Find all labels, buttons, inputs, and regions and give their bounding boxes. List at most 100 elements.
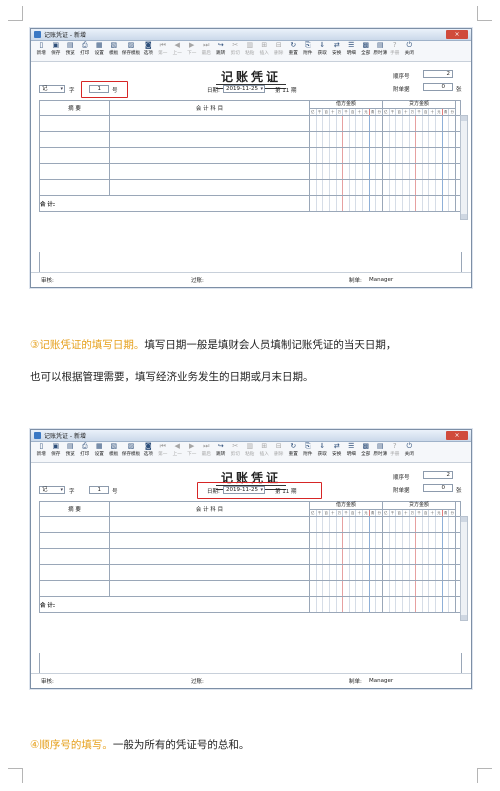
table-scrollbar[interactable] (460, 115, 468, 220)
toolbar-button[interactable]: ✂ 剪切 (228, 41, 243, 57)
window-close-button[interactable]: × (446, 30, 468, 39)
summary-cell[interactable] (39, 564, 110, 581)
table-row[interactable] (39, 564, 461, 581)
summary-cell[interactable] (39, 115, 110, 132)
toolbar-button[interactable]: ☰ 明细 (344, 41, 359, 57)
toolbar-button[interactable]: ▤ 预览 (63, 41, 78, 57)
summary-cell[interactable] (39, 131, 110, 148)
toolbar-button[interactable]: ◙ 选项 (141, 442, 156, 458)
toolbar-button[interactable]: ? 手册 (388, 41, 403, 57)
toolbar-button[interactable]: ▧ 模板 (107, 442, 122, 458)
toolbar-button[interactable]: ▯ 新增 (34, 41, 49, 57)
toolbar-button[interactable]: ⇄ 安换 (330, 41, 345, 57)
table-row[interactable] (39, 532, 461, 549)
debit-cell[interactable] (309, 516, 383, 533)
summary-cell[interactable] (39, 580, 110, 597)
toolbar-button[interactable]: ⇓ 获取 (315, 41, 330, 57)
toolbar-button[interactable]: ◀ 上一 (170, 41, 185, 57)
date-picker[interactable]: 2019-11-25 ▾ (223, 85, 265, 93)
table-row[interactable] (39, 115, 461, 132)
toolbar-button[interactable]: ▥ 粘贴 (243, 442, 258, 458)
credit-cell[interactable] (382, 564, 456, 581)
toolbar-button[interactable]: ▶ 下一 (185, 41, 200, 57)
toolbar-button[interactable]: ⇓ 获取 (315, 442, 330, 458)
credit-cell[interactable] (382, 548, 456, 565)
toolbar-button[interactable]: ⊞ 插入 (257, 41, 272, 57)
account-cell[interactable] (109, 516, 310, 533)
debit-cell[interactable] (309, 163, 383, 180)
toolbar-button[interactable]: ◙ 选项 (141, 41, 156, 57)
toolbar-button[interactable]: ▥ 粘贴 (243, 41, 258, 57)
toolbar-button[interactable]: ▣ 保存 (49, 442, 64, 458)
toolbar-button[interactable]: ▦ 设置 (92, 442, 107, 458)
toolbar-button[interactable]: ⎘ 附件 (301, 442, 316, 458)
toolbar-button[interactable]: ⏮ 第一 (156, 41, 171, 57)
toolbar-button[interactable]: ⏻ 关闭 (402, 442, 417, 458)
summary-cell[interactable] (39, 548, 110, 565)
debit-cell[interactable] (309, 179, 383, 196)
toolbar-button[interactable]: ⊞ 插入 (257, 442, 272, 458)
toolbar-button[interactable]: ⏭ 最后 (199, 442, 214, 458)
debit-cell[interactable] (309, 131, 383, 148)
account-cell[interactable] (109, 179, 310, 196)
credit-cell[interactable] (382, 179, 456, 196)
calendar-dropdown-icon[interactable]: ▾ (260, 86, 263, 93)
toolbar-button[interactable]: ⇄ 安换 (330, 442, 345, 458)
toolbar-button[interactable]: ⎙ 打印 (78, 41, 93, 57)
credit-cell[interactable] (382, 115, 456, 132)
account-cell[interactable] (109, 580, 310, 597)
toolbar-button[interactable]: ▤ 预览 (63, 442, 78, 458)
toolbar-button[interactable]: ✂ 剪切 (228, 442, 243, 458)
toolbar-button[interactable]: ⏭ 最后 (199, 41, 214, 57)
debit-cell[interactable] (309, 147, 383, 164)
table-row[interactable] (39, 179, 461, 196)
table-row[interactable] (39, 131, 461, 148)
toolbar-button[interactable]: ▩ 全部 (359, 442, 374, 458)
debit-cell[interactable] (309, 548, 383, 565)
table-row[interactable] (39, 516, 461, 533)
table-row[interactable] (39, 580, 461, 597)
window-close-button[interactable]: × (446, 431, 468, 440)
summary-cell[interactable] (39, 179, 110, 196)
account-cell[interactable] (109, 147, 310, 164)
table-row[interactable] (39, 548, 461, 565)
debit-cell[interactable] (309, 580, 383, 597)
account-cell[interactable] (109, 131, 310, 148)
toolbar-button[interactable]: ↪ 跳转 (214, 41, 229, 57)
credit-cell[interactable] (382, 131, 456, 148)
voucher-type-select[interactable]: 记 ▾ (39, 85, 65, 93)
credit-cell[interactable] (382, 532, 456, 549)
toolbar-button[interactable]: ⏮ 第一 (156, 442, 171, 458)
summary-cell[interactable] (39, 147, 110, 164)
voucher-number-stepper[interactable]: 1 (89, 486, 109, 494)
table-scrollbar[interactable] (460, 516, 468, 621)
toolbar-button[interactable]: ⏻ 关闭 (402, 41, 417, 57)
credit-cell[interactable] (382, 580, 456, 597)
account-cell[interactable] (109, 532, 310, 549)
toolbar-button[interactable]: ⎙ 打印 (78, 442, 93, 458)
toolbar-button[interactable]: ☰ 明细 (344, 442, 359, 458)
debit-cell[interactable] (309, 532, 383, 549)
toolbar-button[interactable]: ▧ 模板 (107, 41, 122, 57)
toolbar-button[interactable]: ▣ 保存 (49, 41, 64, 57)
toolbar-button[interactable]: ▩ 全部 (359, 41, 374, 57)
chevron-down-icon[interactable]: ▾ (60, 86, 63, 93)
toolbar-button[interactable]: ▤ 原时薄 (373, 442, 388, 458)
toolbar-button[interactable]: ▨ 保存模板 (121, 442, 141, 458)
toolbar-button[interactable]: ⊟ 删除 (272, 442, 287, 458)
table-row[interactable] (39, 163, 461, 180)
debit-cell[interactable] (309, 115, 383, 132)
account-cell[interactable] (109, 564, 310, 581)
chevron-down-icon[interactable]: ▾ (60, 487, 63, 494)
credit-cell[interactable] (382, 163, 456, 180)
toolbar-button[interactable]: ⎘ 附件 (301, 41, 316, 57)
voucher-type-select[interactable]: 记 ▾ (39, 486, 65, 494)
toolbar-button[interactable]: ⊟ 删除 (272, 41, 287, 57)
toolbar-button[interactable]: ↪ 跳转 (214, 442, 229, 458)
toolbar-button[interactable]: ↻ 重置 (286, 41, 301, 57)
credit-cell[interactable] (382, 147, 456, 164)
account-cell[interactable] (109, 548, 310, 565)
summary-cell[interactable] (39, 532, 110, 549)
credit-cell[interactable] (382, 516, 456, 533)
summary-cell[interactable] (39, 516, 110, 533)
